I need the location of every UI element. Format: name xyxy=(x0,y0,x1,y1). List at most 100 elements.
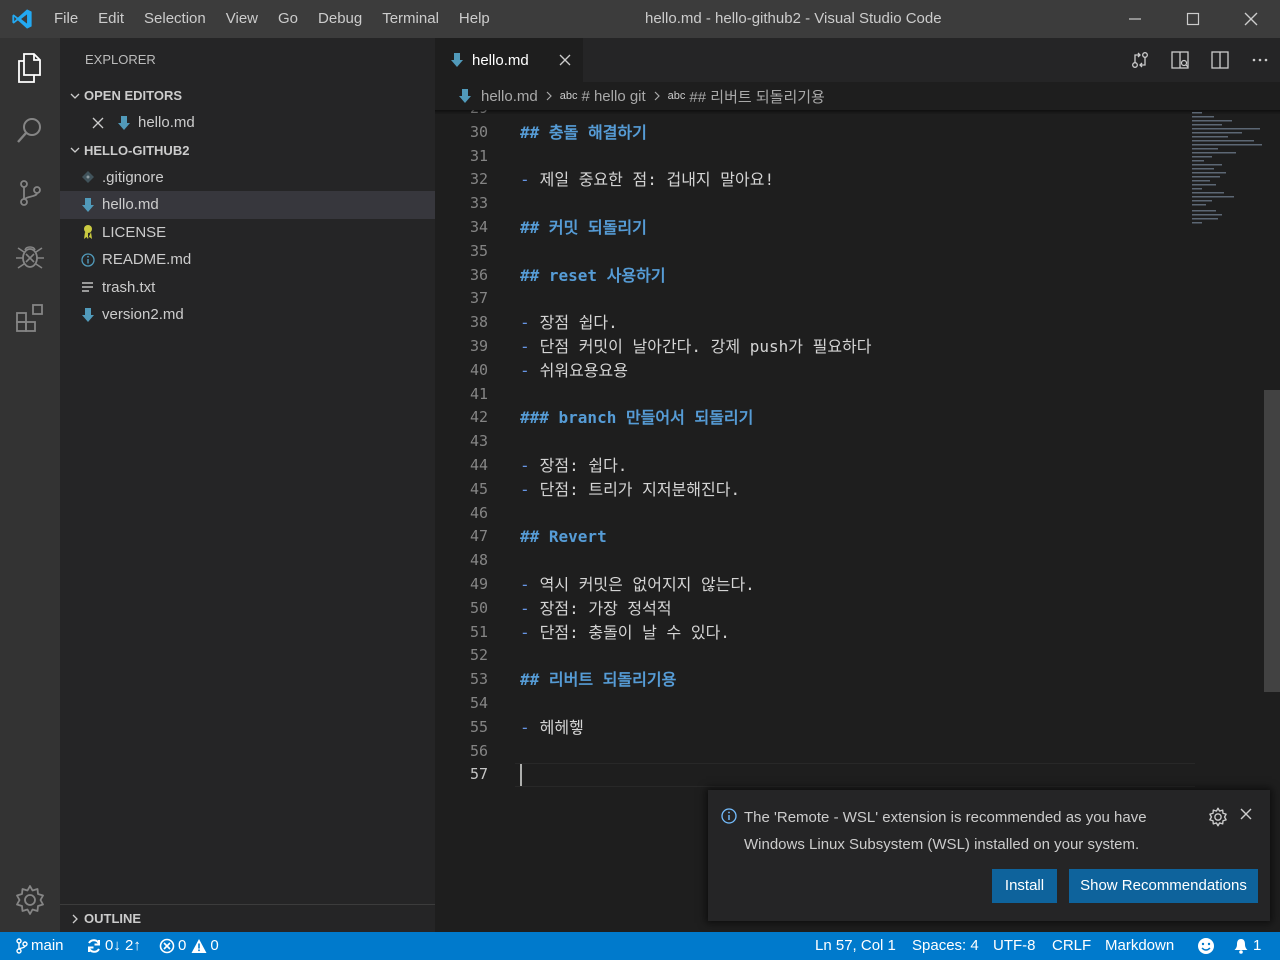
code-line: 45 - 단점: 트리가 지저분해진다. xyxy=(435,478,1195,502)
code-line: 53 ## 리버트 되돌리기용 xyxy=(435,668,1195,692)
code-line: 36 ## reset 사용하기 xyxy=(435,264,1195,288)
list-text: 단점: 트리가 지저분해진다. xyxy=(539,479,741,499)
breadcrumb-file[interactable]: hello.md xyxy=(481,88,538,105)
file-item[interactable]: version2.md xyxy=(60,301,435,329)
sync-status[interactable]: 0↓ 2↑ xyxy=(86,932,141,960)
list-text: 장점: 쉽다. xyxy=(539,456,628,475)
code-line: 43 xyxy=(435,430,1195,454)
minimap[interactable] xyxy=(1190,110,1265,240)
cursor-position[interactable]: Ln 57, Col 1 xyxy=(815,932,896,960)
open-changes-icon[interactable] xyxy=(1120,38,1160,82)
line-ending[interactable]: CRLF xyxy=(1052,932,1091,960)
more-actions-icon[interactable] xyxy=(1240,38,1280,82)
breadcrumb-heading[interactable]: # hello git xyxy=(581,88,645,105)
menu-edit[interactable]: Edit xyxy=(88,0,134,38)
code-line: 40 - 쉬워요용요용 xyxy=(435,359,1195,383)
branch-icon xyxy=(16,938,28,954)
problems-status[interactable]: 0 0 xyxy=(159,932,219,960)
scroll-shadow xyxy=(435,110,1280,114)
markdown-list-item: - 역시 커밋은 없어지지 않는다. xyxy=(520,573,755,597)
line-number: 52 xyxy=(469,646,488,665)
list-text: 장점 쉽다. xyxy=(539,313,618,333)
open-editors-header[interactable]: OPEN EDITORS xyxy=(60,82,435,109)
close-icon[interactable] xyxy=(1240,808,1252,824)
menu-go[interactable]: Go xyxy=(268,0,308,38)
line-number: 36 xyxy=(469,265,488,284)
line-number: 32 xyxy=(469,170,488,189)
code-line: 49 - 역시 커밋은 없어지지 않는다. xyxy=(435,573,1195,597)
list-text: 역시 커밋은 없어지지 않는다. xyxy=(539,575,755,594)
menu-file[interactable]: File xyxy=(44,0,88,38)
menu-bar: File Edit Selection View Go Debug Terminal Help xyxy=(44,0,500,38)
maximize-button[interactable] xyxy=(1164,0,1222,38)
file-item[interactable]: README.md xyxy=(60,246,435,274)
line-number: 37 xyxy=(469,289,488,308)
close-icon[interactable] xyxy=(559,54,571,66)
markdown-list-item: - 장점 쉽다. xyxy=(520,311,618,335)
list-marker: - xyxy=(520,360,530,380)
chevron-right-icon xyxy=(66,913,84,925)
breadcrumb-subheading[interactable]: ## 리버트 되돌리기용 xyxy=(689,86,824,107)
language-mode[interactable]: Markdown xyxy=(1105,932,1174,960)
file-label: hello.md xyxy=(102,196,159,214)
line-number: 43 xyxy=(469,432,488,451)
search-icon[interactable] xyxy=(0,100,60,160)
markdown-icon xyxy=(459,89,471,103)
branch-status[interactable]: main xyxy=(16,932,64,960)
install-button[interactable]: Install xyxy=(992,869,1057,903)
file-item[interactable]: trash.txt xyxy=(60,274,435,302)
list-text: 제일 중요한 점: 겁내지 말아요! xyxy=(539,170,775,190)
markdown-heading: ## 리버트 되돌리기용 xyxy=(520,670,677,690)
title-bar: File Edit Selection View Go Debug Terminal Help… xyxy=(0,0,1280,38)
settings-gear-icon[interactable] xyxy=(0,870,60,930)
code-line: 35 xyxy=(435,240,1195,264)
scrollbar-thumb[interactable] xyxy=(1264,390,1280,692)
markdown-icon xyxy=(76,307,100,322)
list-marker: - xyxy=(520,622,530,642)
debug-icon[interactable] xyxy=(0,226,60,286)
chevron-right-icon xyxy=(652,90,662,102)
file-item[interactable]: hello.md xyxy=(60,191,435,219)
menu-selection[interactable]: Selection xyxy=(134,0,216,38)
menu-debug[interactable]: Debug xyxy=(308,0,372,38)
split-editor-icon[interactable] xyxy=(1200,38,1240,82)
open-editor-item[interactable]: hello.md xyxy=(60,109,435,137)
sync-icon xyxy=(88,939,100,953)
code-line: 47 ## Revert xyxy=(435,525,1195,549)
list-marker: - xyxy=(520,479,530,499)
line-number: 46 xyxy=(469,503,488,522)
open-preview-icon[interactable] xyxy=(1160,38,1200,82)
editor-actions xyxy=(1120,38,1280,82)
file-item[interactable]: LICENSE xyxy=(60,219,435,247)
menu-view[interactable]: View xyxy=(216,0,268,38)
line-number: 45 xyxy=(469,479,488,498)
tab-hello-md[interactable]: hello.md xyxy=(435,38,583,82)
gear-icon[interactable] xyxy=(1208,807,1228,831)
notifications-status[interactable]: 1 xyxy=(1233,932,1261,960)
minimize-button[interactable] xyxy=(1106,0,1164,38)
feedback-smiley-icon[interactable] xyxy=(1197,932,1215,960)
markdown-list-item: - 제일 중요한 점: 겁내지 말아요! xyxy=(520,168,774,192)
git-icon xyxy=(76,170,100,184)
close-window-button[interactable] xyxy=(1222,0,1280,38)
show-recommendations-button[interactable]: Show Recommendations xyxy=(1069,869,1258,903)
explorer-files-icon[interactable] xyxy=(0,38,60,98)
file-item[interactable]: .gitignore xyxy=(60,164,435,192)
folder-header[interactable]: HELLO-GITHUB2 xyxy=(60,137,435,164)
close-icon[interactable] xyxy=(86,117,110,129)
menu-help[interactable]: Help xyxy=(449,0,500,38)
encoding[interactable]: UTF-8 xyxy=(993,932,1036,960)
menu-terminal[interactable]: Terminal xyxy=(372,0,449,38)
extensions-icon[interactable] xyxy=(0,288,60,348)
source-control-icon[interactable] xyxy=(0,163,60,223)
chevron-down-icon xyxy=(66,90,84,102)
section-label: OUTLINE xyxy=(84,911,142,926)
window-controls xyxy=(1106,0,1280,38)
line-number: 50 xyxy=(469,598,488,617)
outline-header[interactable]: OUTLINE xyxy=(60,904,435,932)
indentation[interactable]: Spaces: 4 xyxy=(912,932,979,960)
error-icon xyxy=(159,938,175,954)
file-label: README.md xyxy=(102,251,192,269)
line-number: 35 xyxy=(469,241,488,260)
code-line: 51 - 단점: 충돌이 날 수 있다. xyxy=(435,621,1195,645)
